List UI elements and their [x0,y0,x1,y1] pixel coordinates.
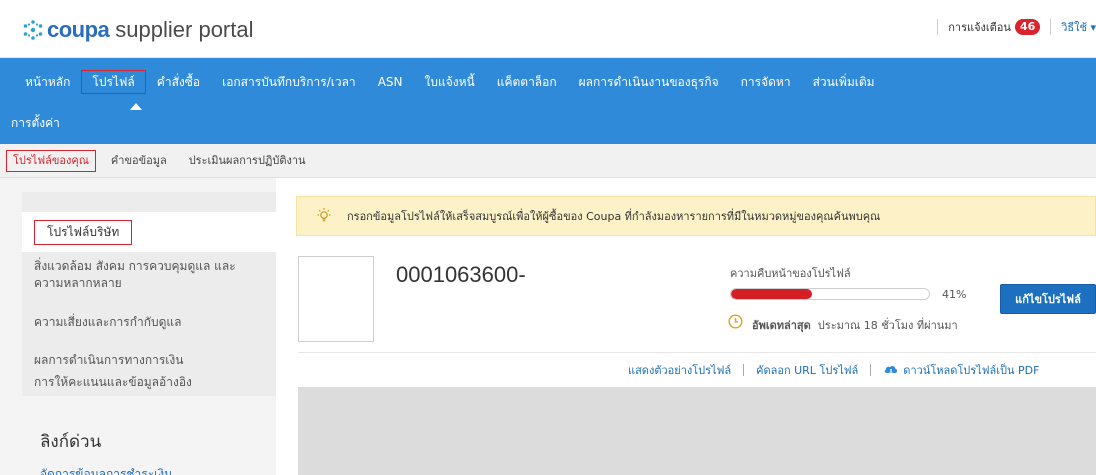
subnav-performance-evaluations[interactable]: ประเมินผลการปฏิบัติงาน [182,150,313,172]
edit-profile-button[interactable]: แก้ไขโปรไฟล์ [1000,284,1096,314]
copy-profile-url-link[interactable]: คัดลอก URL โปรไฟล์ [756,361,858,379]
nav-asn[interactable]: ASN [367,70,414,94]
nav-sourcing[interactable]: การจัดหา [730,70,802,94]
subnav-your-profile[interactable]: โปรไฟล์ของคุณ [6,149,96,172]
profile-progress-fill [731,289,813,299]
last-updated-label: อัพเดทล่าสุด [752,319,811,332]
profile-completion-banner: กรอกข้อมูลโปรไฟล์ให้เสร็จสมบูรณ์เพื่อให้… [296,196,1096,236]
divider [298,352,1096,353]
portal-name: supplier portal [115,17,254,42]
divider [870,364,872,376]
profile-progress-label: ความคืบหน้าของโปรไฟล์ [730,267,851,280]
sidebar-item-label: โปรไฟล์บริษัท [34,219,133,245]
divider [937,19,939,35]
profile-actions: แสดงตัวอย่างโปรไฟล์ คัดลอก URL โปรไฟล์ ด… [628,362,1039,378]
nav-profile[interactable]: โปรไฟล์ [81,70,146,94]
nav-home[interactable]: หน้าหลัก [14,70,81,94]
notifications-count-badge[interactable]: 46 [1014,19,1041,35]
sidebar-item-financial-performance[interactable]: ผลการดำเนินการทางการเงิน [22,352,276,369]
nav-business-performance[interactable]: ผลการดำเนินงานของธุรกิจ [568,70,730,94]
download-profile-pdf-link[interactable]: ดาวน์โหลดโปรไฟล์เป็น PDF [903,361,1039,379]
sidebar-item-esg[interactable]: สิ่งแวดล้อม สังคม การควบคุมดูแล และความห… [22,258,252,292]
profile-sidebar: โปรไฟล์บริษัท สิ่งแวดล้อม สังคม การควบคุ… [0,178,276,475]
coupa-snowflake-icon [23,20,43,40]
nav-orders[interactable]: คำสั่งซื้อ [146,70,211,94]
page: coupa supplier portal การแจ้งเตือน 46 วิ… [0,0,1096,475]
banner-message: กรอกข้อมูลโปรไฟล์ให้เสร็จสมบูรณ์เพื่อให้… [347,210,881,223]
company-name: 0001063600- [396,262,526,287]
header-utilities: การแจ้งเตือน 46 วิธีใช้ ▾ [927,17,1096,37]
notifications-link[interactable]: การแจ้งเตือน [948,18,1011,36]
main-nav-row: หน้าหลัก โปรไฟล์ คำสั่งซื้อ เอกสารบันทึก… [14,64,886,100]
sidebar-item-ratings-references[interactable]: การให้คะแนนและข้อมูลอ้างอิง [22,374,276,391]
clock-icon [728,314,743,329]
last-updated: อัพเดทล่าสุด ประมาณ 18 ชั่วโมง ที่ผ่านมา [752,316,958,334]
sub-navigation: โปรไฟล์ของคุณ คำขอข้อมูล ประเมินผลการปฏิ… [0,144,1096,178]
last-updated-time: ประมาณ 18 ชั่วโมง ที่ผ่านมา [817,319,958,332]
divider [1050,19,1052,35]
sidebar-item-risk-compliance[interactable]: ความเสี่ยงและการกำกับดูแล [22,314,276,331]
nav-setup[interactable]: การตั้งค่า [0,111,71,135]
nav-add-ons[interactable]: ส่วนเพิ่มเติม [802,70,886,94]
company-logo-placeholder[interactable] [298,256,374,342]
quick-link-manage-payment[interactable]: จัดการข้อมูลการชำระเงิน [40,465,172,475]
cloud-download-icon[interactable] [883,363,899,377]
sidebar-menu: โปรไฟล์บริษัท สิ่งแวดล้อม สังคม การควบคุ… [22,192,276,396]
subnav-information-requests[interactable]: คำขอข้อมูล [104,150,174,172]
brand-name: coupa [47,17,110,42]
main-navigation: หน้าหลัก โปรไฟล์ คำสั่งซื้อ เอกสารบันทึก… [0,58,1096,144]
preview-profile-link[interactable]: แสดงตัวอย่างโปรไฟล์ [628,361,731,379]
help-menu[interactable]: วิธีใช้ ▾ [1061,18,1096,36]
profile-progress-bar [730,288,930,300]
lightbulb-icon [317,208,331,222]
nav-catalogs[interactable]: แค็ตตาล็อก [486,70,568,94]
active-nav-caret-icon [130,103,142,110]
sidebar-item-company-profile[interactable]: โปรไฟล์บริษัท [22,212,276,252]
main-nav-row-2: การตั้งค่า [0,112,71,134]
coupa-logo[interactable]: coupa supplier portal [22,16,253,44]
top-header: coupa supplier portal การแจ้งเตือน 46 วิ… [0,0,1096,58]
profile-preview-area [298,387,1096,475]
quick-links-title: ลิงก์ด่วน [40,432,102,452]
profile-progress-percent: 41% [942,288,967,301]
nav-invoices[interactable]: ใบแจ้งหนี้ [414,70,486,94]
divider [743,364,745,376]
nav-service-time-sheets[interactable]: เอกสารบันทึกบริการ/เวลา [211,70,367,94]
